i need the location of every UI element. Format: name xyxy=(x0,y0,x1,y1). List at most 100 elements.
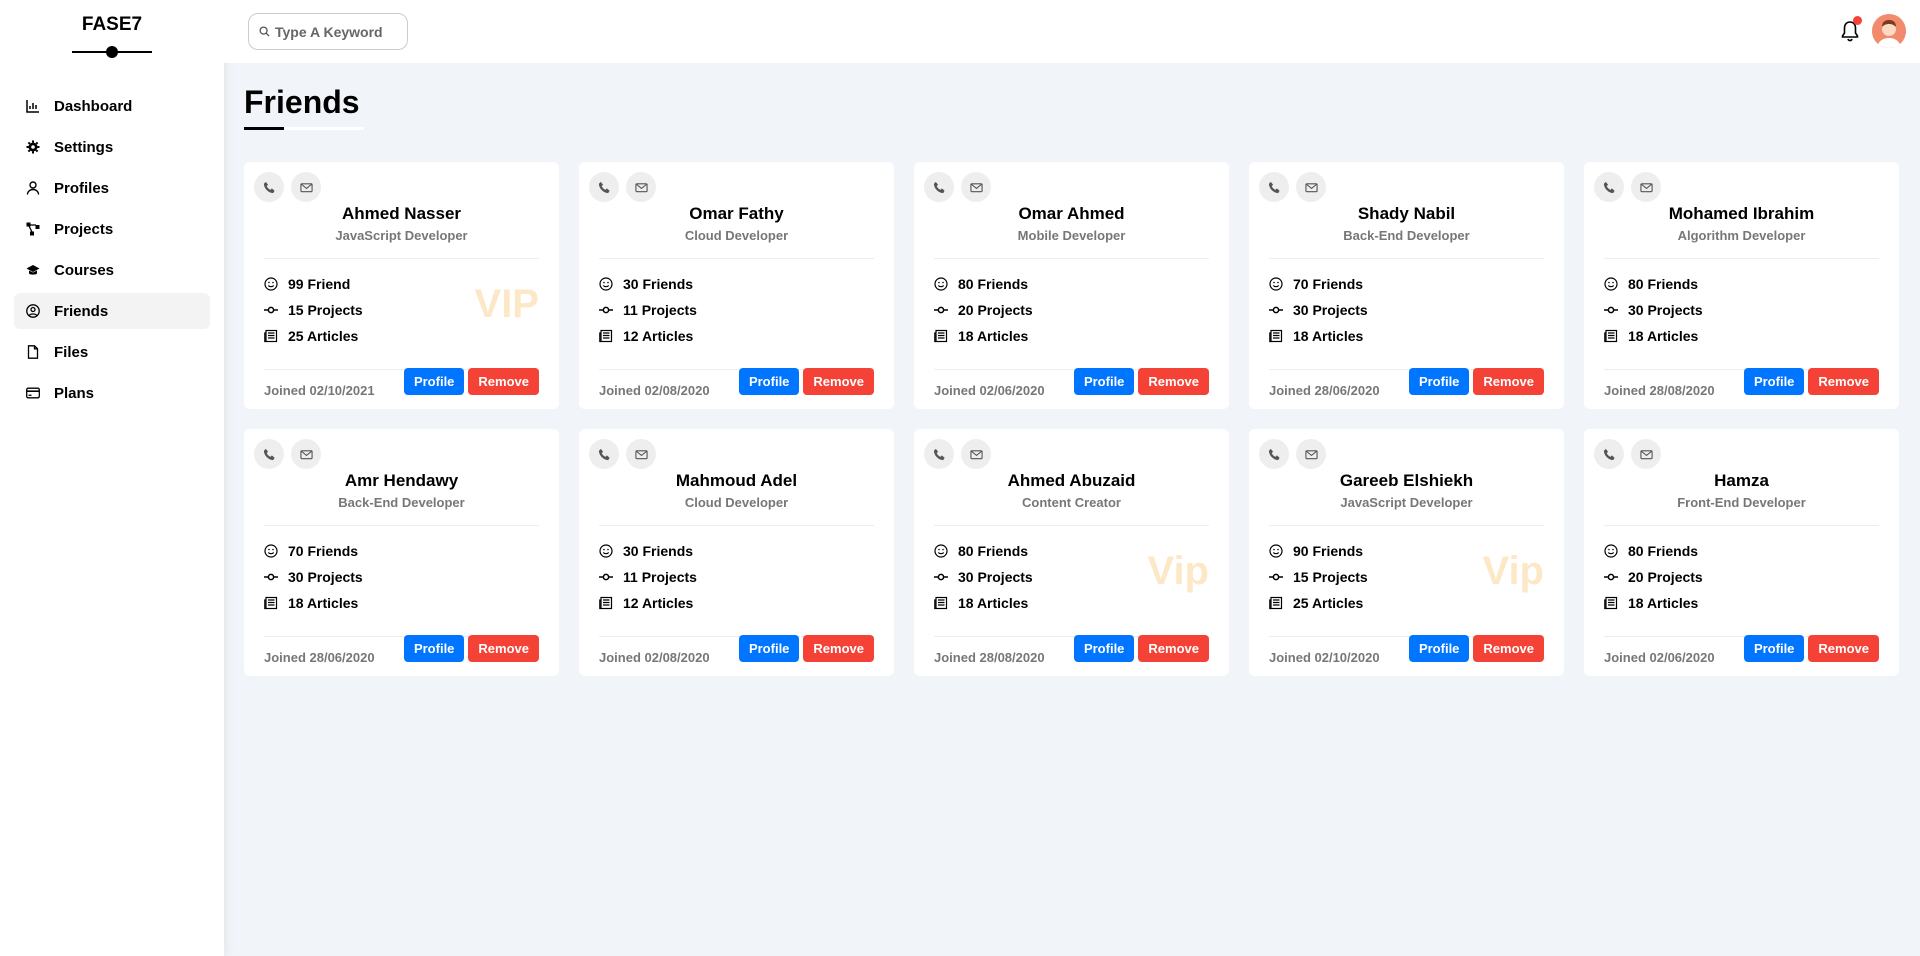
mail-icon[interactable] xyxy=(626,172,656,202)
phone-icon[interactable] xyxy=(254,439,284,469)
card-actions: Profile Remove xyxy=(1073,368,1209,395)
friends-count-label: 30 Friends xyxy=(623,276,694,292)
phone-icon[interactable] xyxy=(589,172,619,202)
phone-icon[interactable] xyxy=(1259,172,1289,202)
friend-name: Amr Hendawy xyxy=(344,471,459,490)
sidebar-item-profiles[interactable]: Profiles xyxy=(14,170,210,206)
friend-card: Hamza Front-End Developer 80 Friends 20 Pro… xyxy=(1584,429,1899,676)
profile-button[interactable]: Profile xyxy=(1408,635,1470,662)
friend-card: Mohamed Ibrahim Algorithm Developer 80 Fri… xyxy=(1584,162,1899,409)
sidebar-item-dashboard[interactable]: Dashboard xyxy=(14,88,210,124)
vip-badge: VIP xyxy=(474,282,539,326)
friends-count-label: 70 Friends xyxy=(1293,276,1364,292)
sidebar-item-courses[interactable]: Courses xyxy=(14,252,210,288)
profile-button[interactable]: Profile xyxy=(1073,635,1135,662)
sidebar-item-files[interactable]: Files xyxy=(14,334,210,370)
friend-role: Cloud Developer xyxy=(684,495,789,510)
mail-icon[interactable] xyxy=(961,439,991,469)
projects-count-label: 30 Projects xyxy=(958,569,1033,585)
friends-count: 70 Friends xyxy=(264,538,363,564)
newspaper-icon xyxy=(1604,596,1628,610)
search-icon xyxy=(259,26,270,37)
friend-role: Back-End Developer xyxy=(1343,228,1470,243)
card-divider xyxy=(934,525,1209,526)
newspaper-icon xyxy=(934,596,958,610)
profile-button[interactable]: Profile xyxy=(403,635,465,662)
remove-button[interactable]: Remove xyxy=(1138,635,1209,662)
profile-button[interactable]: Profile xyxy=(1073,368,1135,395)
projects-count: 30 Projects xyxy=(264,564,363,590)
card-actions: Profile Remove xyxy=(403,635,539,662)
projects-count: 15 Projects xyxy=(1269,564,1368,590)
articles-count-label: 18 Articles xyxy=(1628,328,1699,344)
remove-button[interactable]: Remove xyxy=(468,635,539,662)
mail-icon[interactable] xyxy=(1631,172,1661,202)
remove-button[interactable]: Remove xyxy=(1473,635,1544,662)
mail-icon[interactable] xyxy=(291,172,321,202)
phone-icon[interactable] xyxy=(924,439,954,469)
mail-icon[interactable] xyxy=(961,172,991,202)
profile-button[interactable]: Profile xyxy=(1743,635,1805,662)
search-box[interactable] xyxy=(248,13,408,50)
notification-dot xyxy=(1853,16,1862,25)
sidebar-item-plans[interactable]: Plans xyxy=(14,375,210,411)
profile-button[interactable]: Profile xyxy=(738,368,800,395)
sidebar-item-friends[interactable]: Friends xyxy=(14,293,210,329)
notification-bell-icon[interactable] xyxy=(1840,16,1862,42)
mail-icon[interactable] xyxy=(291,439,321,469)
phone-icon[interactable] xyxy=(254,172,284,202)
card-divider xyxy=(1269,258,1544,259)
remove-button[interactable]: Remove xyxy=(1808,635,1879,662)
phone-icon[interactable] xyxy=(924,172,954,202)
smile-icon xyxy=(1604,277,1628,291)
mail-icon[interactable] xyxy=(626,439,656,469)
phone-icon[interactable] xyxy=(589,439,619,469)
profile-button[interactable]: Profile xyxy=(403,368,465,395)
profile-button[interactable]: Profile xyxy=(738,635,800,662)
friends-count-label: 30 Friends xyxy=(623,543,694,559)
phone-icon[interactable] xyxy=(1259,439,1289,469)
friend-name: Ahmed Abuzaid xyxy=(1007,471,1136,490)
code-commit-icon xyxy=(934,303,958,317)
phone-icon[interactable] xyxy=(1594,172,1624,202)
mail-icon[interactable] xyxy=(1631,439,1661,469)
newspaper-icon xyxy=(1604,329,1628,343)
sidebar-item-projects[interactable]: Projects xyxy=(14,211,210,247)
articles-count-label: 25 Articles xyxy=(288,328,359,344)
projects-count: 30 Projects xyxy=(1604,297,1703,323)
articles-count: 25 Articles xyxy=(1269,590,1368,616)
remove-button[interactable]: Remove xyxy=(468,368,539,395)
articles-count-label: 12 Articles xyxy=(623,328,694,344)
friend-role: Cloud Developer xyxy=(684,228,789,243)
articles-count-label: 12 Articles xyxy=(623,595,694,611)
friends-count-label: 90 Friends xyxy=(1293,543,1364,559)
search-input[interactable] xyxy=(275,23,395,40)
phone-icon[interactable] xyxy=(1594,439,1624,469)
mail-icon[interactable] xyxy=(1296,439,1326,469)
sidebar-item-label: Files xyxy=(54,343,89,361)
sidebar-item-settings[interactable]: Settings xyxy=(14,129,210,165)
remove-button[interactable]: Remove xyxy=(803,635,874,662)
friends-count-label: 99 Friend xyxy=(288,276,351,292)
remove-button[interactable]: Remove xyxy=(803,368,874,395)
code-commit-icon xyxy=(599,303,623,317)
friend-stats: 80 Friends 20 Projects 18 Articles xyxy=(934,271,1033,349)
card-divider xyxy=(264,258,539,259)
remove-button[interactable]: Remove xyxy=(1473,368,1544,395)
articles-count-label: 25 Articles xyxy=(1293,595,1364,611)
mail-icon[interactable] xyxy=(1296,172,1326,202)
friend-role: JavaScript Developer xyxy=(335,228,468,243)
profile-button[interactable]: Profile xyxy=(1743,368,1805,395)
remove-button[interactable]: Remove xyxy=(1808,368,1879,395)
friend-card: Gareeb Elshiekh JavaScript Developer 90 Fr… xyxy=(1249,429,1564,676)
code-commit-icon xyxy=(599,570,623,584)
card-actions: Profile Remove xyxy=(403,368,539,395)
smile-icon xyxy=(264,277,288,291)
friend-name: Shady Nabil xyxy=(1357,204,1456,223)
profile-button[interactable]: Profile xyxy=(1408,368,1470,395)
friends-count: 99 Friend xyxy=(264,271,363,297)
code-commit-icon xyxy=(1269,303,1293,317)
remove-button[interactable]: Remove xyxy=(1138,368,1209,395)
avatar[interactable] xyxy=(1872,14,1906,48)
projects-count-label: 20 Projects xyxy=(958,302,1033,318)
